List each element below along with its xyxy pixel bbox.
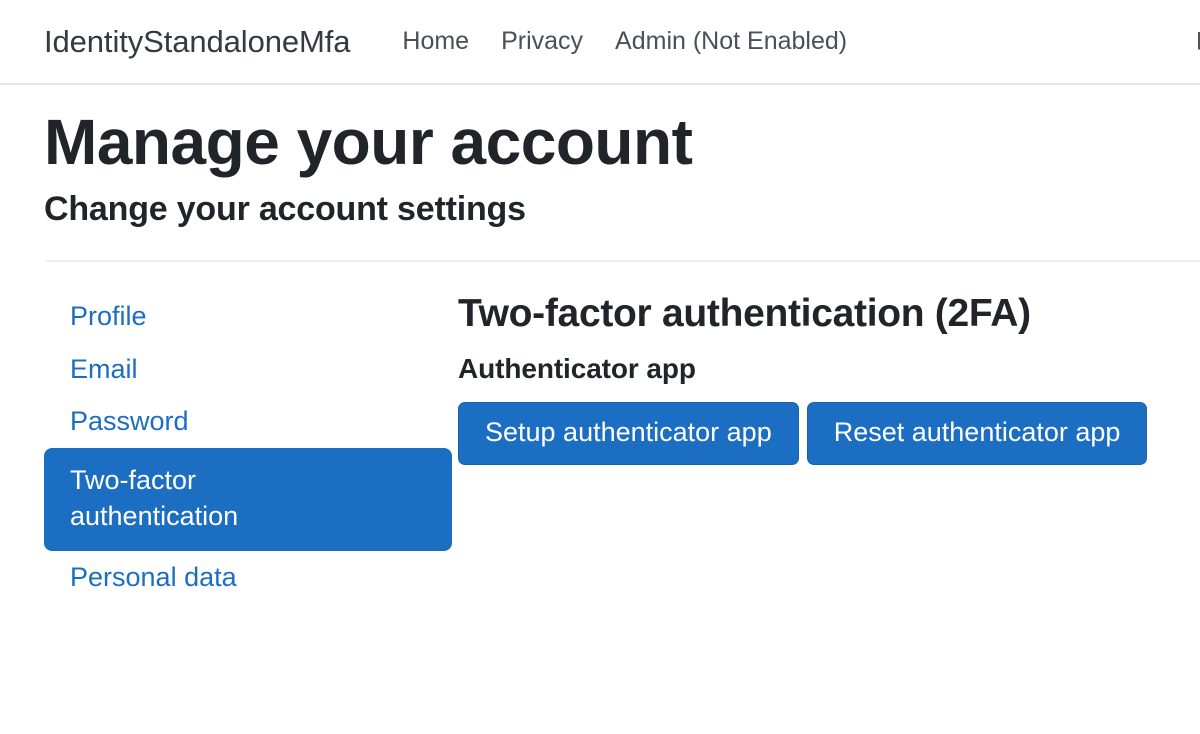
authenticator-button-row: Setup authenticator app Reset authentica… <box>458 402 1200 465</box>
nav-item-privacy: Privacy <box>485 27 599 56</box>
section-subtitle-authenticator-app: Authenticator app <box>458 353 1200 385</box>
navbar-right-section: He <box>1180 27 1200 56</box>
nav-link-admin[interactable]: Admin (Not Enabled) <box>599 27 863 56</box>
main-panel: Two-factor authentication (2FA) Authenti… <box>458 290 1200 465</box>
sidebar-link-password[interactable]: Password <box>44 395 458 447</box>
nav-link-home[interactable]: Home <box>386 27 485 56</box>
sidebar-link-two-factor-authentication[interactable]: Two-factor authentication <box>44 448 452 552</box>
sidebar-nav-list: Profile Email Password Two-factor authen… <box>44 290 458 604</box>
navbar-links: Home Privacy Admin (Not Enabled) <box>386 27 863 56</box>
sidebar-link-two-factor-line2: authentication <box>70 498 426 534</box>
sidebar-item-password: Password <box>44 395 458 447</box>
top-navbar: IdentityStandaloneMfa Home Privacy Admin… <box>0 0 1200 85</box>
sidebar-item-personal-data: Personal data <box>44 551 458 603</box>
navbar-brand[interactable]: IdentityStandaloneMfa <box>44 24 350 60</box>
nav-item-home: Home <box>386 27 485 56</box>
sidebar-link-two-factor-line1: Two-factor <box>70 462 426 498</box>
page-container: Manage your account Change your account … <box>0 109 1200 604</box>
sidebar-link-email[interactable]: Email <box>44 343 458 395</box>
content-area: Profile Email Password Two-factor authen… <box>44 262 1200 604</box>
sidebar-link-profile[interactable]: Profile <box>44 290 458 342</box>
sidebar-item-email: Email <box>44 343 458 395</box>
nav-link-greeting[interactable]: He <box>1180 27 1200 56</box>
account-sidebar: Profile Email Password Two-factor authen… <box>44 290 458 604</box>
nav-item-admin: Admin (Not Enabled) <box>599 27 863 56</box>
reset-authenticator-app-button[interactable]: Reset authenticator app <box>807 402 1148 465</box>
section-title-two-factor: Two-factor authentication (2FA) <box>458 292 1200 336</box>
sidebar-link-personal-data[interactable]: Personal data <box>44 551 458 603</box>
page-title: Manage your account <box>44 109 1200 176</box>
sidebar-item-profile: Profile <box>44 290 458 342</box>
sidebar-item-two-factor: Two-factor authentication <box>44 448 458 552</box>
nav-link-privacy[interactable]: Privacy <box>485 27 599 56</box>
page-subtitle: Change your account settings <box>44 190 1200 229</box>
setup-authenticator-app-button[interactable]: Setup authenticator app <box>458 402 799 465</box>
